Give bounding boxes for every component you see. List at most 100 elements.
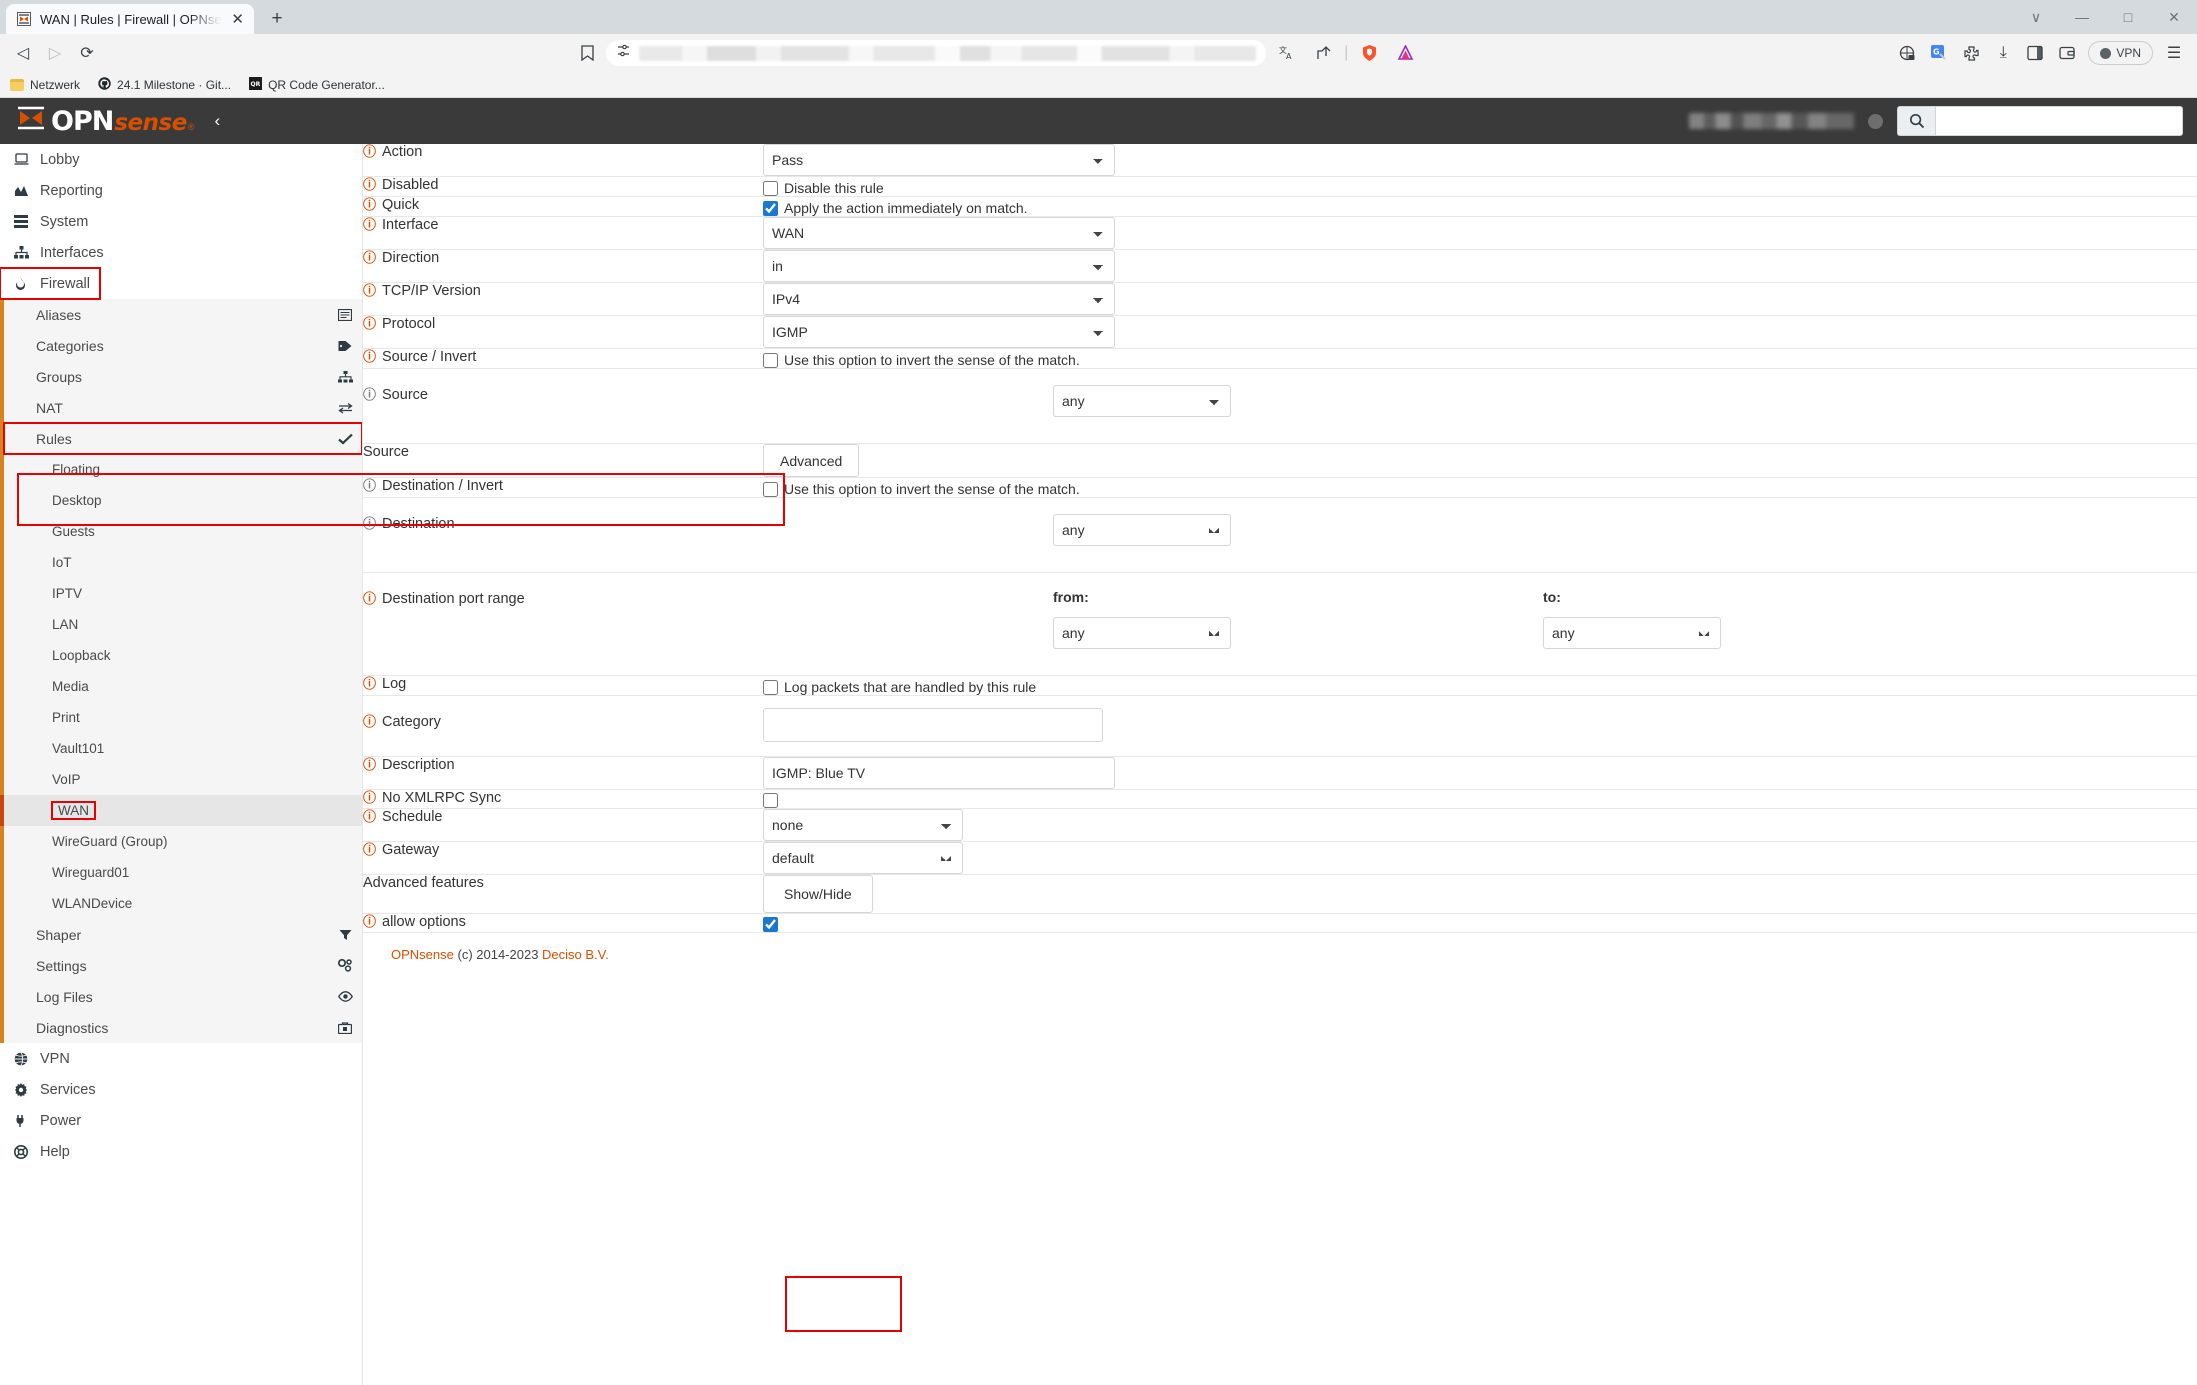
info-icon[interactable]: ⓘ (363, 518, 376, 531)
sidebar-item-floating[interactable]: Floating (4, 454, 362, 485)
allow-options-row[interactable] (763, 914, 2197, 932)
brave-rewards-icon[interactable] (1390, 39, 1420, 67)
maximize-icon[interactable]: □ (2105, 0, 2151, 34)
sidebar-item-vpn[interactable]: VPN (0, 1043, 362, 1074)
google-translate-icon[interactable]: G (1924, 39, 1954, 67)
info-icon[interactable]: ⓘ (363, 389, 376, 402)
interface-select[interactable]: WAN (763, 217, 1115, 249)
info-icon[interactable]: ⓘ (363, 916, 376, 929)
sidebar-item-lobby[interactable]: Lobby (0, 144, 362, 175)
sidebar-item-interfaces[interactable]: Interfaces (0, 237, 362, 268)
sidebar-collapse-icon[interactable]: ‹ (214, 111, 220, 131)
search-icon[interactable] (1897, 106, 1935, 136)
info-icon[interactable]: ⓘ (363, 678, 376, 691)
sidebar-item-diagnostics[interactable]: Diagnostics (4, 1012, 362, 1043)
brave-shields-icon[interactable] (1354, 39, 1384, 67)
address-bar[interactable] (606, 40, 1267, 66)
browser-menu-icon[interactable]: ☰ (2159, 39, 2189, 67)
disable-rule-checkbox[interactable] (763, 180, 778, 196)
port-to-select[interactable]: any (1543, 617, 1721, 649)
info-icon[interactable]: ⓘ (363, 199, 376, 212)
wallet-icon[interactable] (2052, 39, 2082, 67)
bookmark-netzwerk[interactable]: Netzwerk (10, 78, 80, 92)
show-hide-advanced-button[interactable]: Show/Hide (763, 875, 873, 913)
sidebar-item-lan[interactable]: LAN (4, 609, 362, 640)
sidebar-item-groups[interactable]: Groups (4, 361, 362, 392)
browser-tab[interactable]: WAN | Rules | Firewall | OPNsens ✕ (6, 4, 254, 34)
sidebar-item-services[interactable]: Services (0, 1074, 362, 1105)
sidebar-item-log-files[interactable]: Log Files (4, 981, 362, 1012)
category-input[interactable] (763, 708, 1103, 742)
site-settings-icon[interactable] (616, 43, 631, 63)
vpn-button[interactable]: VPN (2088, 41, 2153, 65)
info-icon[interactable]: ⓘ (363, 792, 376, 805)
port-from-select[interactable]: any (1053, 617, 1231, 649)
sidebar-toggle-icon[interactable] (2020, 39, 2050, 67)
info-icon[interactable]: ⓘ (363, 759, 376, 772)
reload-icon[interactable]: ⟳ (72, 39, 102, 67)
sidebar-item-vault101[interactable]: Vault101 (4, 733, 362, 764)
info-icon[interactable]: ⓘ (363, 252, 376, 265)
sidebar-item-shaper[interactable]: Shaper (4, 919, 362, 950)
sidebar-item-wireguard-group[interactable]: WireGuard (Group) (4, 826, 362, 857)
info-icon[interactable]: ⓘ (363, 593, 376, 606)
source-invert-checkbox-row[interactable]: Use this option to invert the sense of t… (763, 349, 2197, 368)
info-icon[interactable]: ⓘ (363, 146, 376, 159)
sidebar-item-media[interactable]: Media (4, 671, 362, 702)
sidebar-item-print[interactable]: Print (4, 702, 362, 733)
sidebar-item-system[interactable]: System (0, 206, 362, 237)
no-xmlrpc-row[interactable] (763, 790, 2197, 808)
dest-invert-checkbox[interactable] (763, 481, 778, 497)
info-icon[interactable]: ⓘ (363, 285, 376, 298)
quick-checkbox[interactable] (763, 200, 778, 216)
sidebar-item-iptv[interactable]: IPTV (4, 578, 362, 609)
footer-company[interactable]: Deciso B.V. (542, 947, 609, 962)
direction-select[interactable]: in (763, 250, 1115, 282)
info-icon[interactable]: ⓘ (363, 351, 376, 364)
disabled-checkbox-row[interactable]: Disable this rule (763, 177, 2197, 196)
info-icon[interactable]: ⓘ (363, 811, 376, 824)
search-input[interactable] (1935, 106, 2183, 136)
sidebar-item-help[interactable]: Help (0, 1136, 362, 1167)
description-input[interactable] (763, 757, 1115, 789)
minimize-icon[interactable]: — (2059, 0, 2105, 34)
downloads-icon[interactable]: ⤓ (1988, 39, 2018, 67)
info-icon[interactable]: ⓘ (363, 179, 376, 192)
tab-close-icon[interactable]: ✕ (229, 10, 246, 28)
info-icon[interactable]: ⓘ (363, 844, 376, 857)
log-checkbox-row[interactable]: Log packets that are handled by this rul… (763, 676, 2197, 695)
schedule-select[interactable]: none (763, 809, 963, 841)
protocol-select[interactable]: IGMP (763, 316, 1115, 348)
sidebar-item-guests[interactable]: Guests (4, 516, 362, 547)
sidebar-item-settings[interactable]: Settings (4, 950, 362, 981)
allow-options-checkbox[interactable] (763, 917, 778, 932)
bookmark-icon[interactable] (574, 45, 600, 61)
sidebar-item-aliases[interactable]: Aliases (4, 299, 362, 330)
new-tab-button[interactable]: + (262, 4, 292, 34)
log-checkbox[interactable] (763, 679, 778, 695)
info-icon[interactable]: ⓘ (363, 480, 376, 493)
extensions-icon[interactable] (1956, 39, 1986, 67)
dest-invert-checkbox-row[interactable]: Use this option to invert the sense of t… (763, 478, 2197, 497)
source-invert-checkbox[interactable] (763, 352, 778, 368)
no-xmlrpc-checkbox[interactable] (763, 793, 778, 808)
sidebar-item-wlandevice[interactable]: WLANDevice (4, 888, 362, 919)
sidebar-item-power[interactable]: Power (0, 1105, 362, 1136)
sidebar-item-loopback[interactable]: Loopback (4, 640, 362, 671)
source-advanced-button[interactable]: Advanced (763, 444, 860, 477)
source-select[interactable]: any (1053, 385, 1231, 417)
sidebar-item-nat[interactable]: NAT (4, 392, 362, 423)
close-window-icon[interactable]: ✕ (2151, 0, 2197, 34)
sidebar-item-wireguard01[interactable]: Wireguard01 (4, 857, 362, 888)
sidebar-item-voip[interactable]: VoIP (4, 764, 362, 795)
bookmark-qr[interactable]: QR QR Code Generator... (249, 76, 385, 93)
info-icon[interactable]: ⓘ (363, 318, 376, 331)
tab-search-icon[interactable]: ∨ (2013, 0, 2059, 34)
privacy-icon[interactable] (1892, 39, 1922, 67)
sidebar-item-desktop[interactable]: Desktop (4, 485, 362, 516)
quick-checkbox-row[interactable]: Apply the action immediately on match. (763, 197, 2197, 216)
sidebar-item-categories[interactable]: Categories (4, 330, 362, 361)
sidebar-item-iot[interactable]: IoT (4, 547, 362, 578)
destination-select[interactable]: any (1053, 514, 1231, 546)
back-icon[interactable]: ◁ (8, 39, 38, 67)
